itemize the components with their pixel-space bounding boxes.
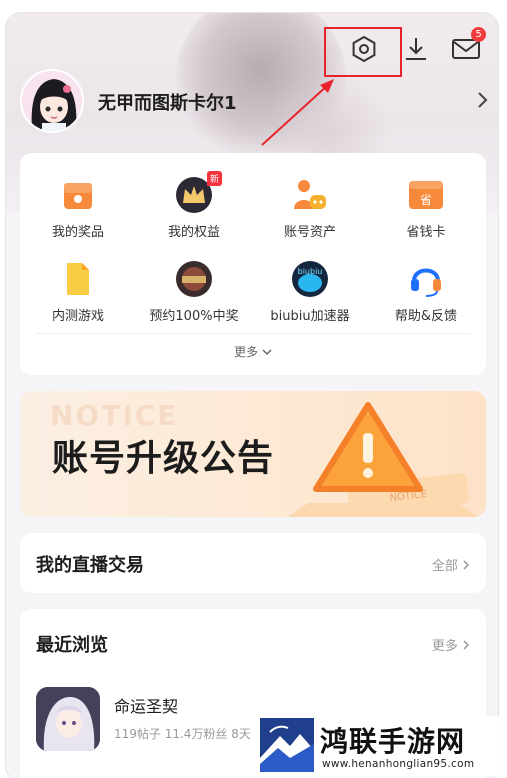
saving-card-icon: 省: [406, 175, 446, 215]
chevron-right-icon[interactable]: [476, 91, 488, 113]
chevron-right-icon: [463, 640, 470, 650]
reservation-game-icon: [174, 259, 214, 299]
notice-banner[interactable]: NOTICE 账号升级公告 NOTICE: [20, 391, 486, 517]
mail-icon[interactable]: 5: [450, 27, 486, 65]
section-title: 最近浏览: [36, 635, 108, 656]
more-link-label: 更多: [431, 639, 458, 654]
grid-item-help-feedback[interactable]: 帮助&反馈: [368, 259, 484, 329]
biubiu-icon-text: biubiu: [298, 267, 323, 276]
grid-item-label: 预约100%中奖: [149, 309, 239, 324]
saving-card-icon-text: 省: [420, 193, 432, 207]
more-button[interactable]: 更多: [20, 343, 486, 360]
grid-item-label: 我的权益: [167, 225, 220, 240]
user-avatar[interactable]: [20, 69, 84, 133]
divider: [36, 333, 470, 334]
more-label: 更多: [234, 345, 259, 359]
banner-title: 账号升级公告: [52, 438, 275, 479]
watermark: 鸿联手游网 www.henanhonglian95.com: [258, 716, 504, 776]
biubiu-icon: biubiu: [290, 259, 330, 299]
mail-badge: 5: [471, 27, 486, 42]
grid-item-reservation-prize[interactable]: 预约100%中奖: [136, 259, 252, 329]
grid-item-label: biubiu加速器: [270, 309, 350, 324]
watermark-title: 鸿联手游网: [320, 725, 466, 758]
game-thumbnail: [36, 687, 100, 751]
grid-item-label: 内测游戏: [51, 309, 104, 324]
new-tag: 新: [206, 171, 222, 186]
account-assets-icon: [290, 175, 330, 215]
grid-item-label: 省钱卡: [406, 225, 446, 240]
grid-item-label: 账号资产: [283, 225, 336, 240]
grid-item-biubiu-accelerator[interactable]: biubiu biubiu加速器: [252, 259, 368, 329]
warning-triangle-icon: NOTICE: [288, 402, 478, 517]
more-link[interactable]: 更多: [432, 635, 470, 654]
watermark-logo-icon: [260, 718, 314, 772]
view-all-label: 全部: [431, 559, 458, 574]
chevron-down-icon: [262, 349, 272, 356]
banner-ghost-text: NOTICE: [50, 399, 179, 432]
grid-item-label: 我的奖品: [51, 225, 104, 240]
prize-icon: [58, 175, 98, 215]
download-icon[interactable]: [400, 33, 432, 65]
username: 无甲而图斯卡尔1: [98, 93, 237, 114]
headset-icon: [406, 259, 446, 299]
view-all-link[interactable]: 全部: [432, 555, 470, 574]
feature-grid-card: 我的奖品 新 我的权益 账号资产 省 省钱卡 内测游戏 预约100%中奖 biu…: [20, 153, 486, 375]
app-screen: 5 无甲而图斯卡尔1 我的奖品 新 我的权益 账号资产 省 省钱卡 内测游戏 预…: [5, 12, 499, 778]
profile-row[interactable]: 无甲而图斯卡尔1: [20, 69, 490, 137]
crown-icon: 新: [174, 171, 222, 215]
grid-item-account-assets[interactable]: 账号资产: [252, 175, 368, 245]
grid-item-beta-games[interactable]: 内测游戏: [20, 259, 136, 329]
section-title: 我的直播交易: [36, 555, 144, 576]
live-trading-card[interactable]: 我的直播交易 全部: [20, 533, 486, 593]
game-name: 命运圣契: [114, 697, 179, 716]
grid-item-my-prizes[interactable]: 我的奖品: [20, 175, 136, 245]
beta-game-icon: [58, 259, 98, 299]
game-stats: 119帖子 11.4万粉丝 8天: [114, 727, 251, 741]
grid-item-saving-card[interactable]: 省 省钱卡: [368, 175, 484, 245]
chevron-right-icon: [463, 560, 470, 570]
grid-item-my-rights[interactable]: 新 我的权益: [136, 171, 252, 245]
watermark-url: www.henanhonglian95.com: [322, 758, 475, 770]
grid-item-label: 帮助&反馈: [394, 309, 458, 324]
